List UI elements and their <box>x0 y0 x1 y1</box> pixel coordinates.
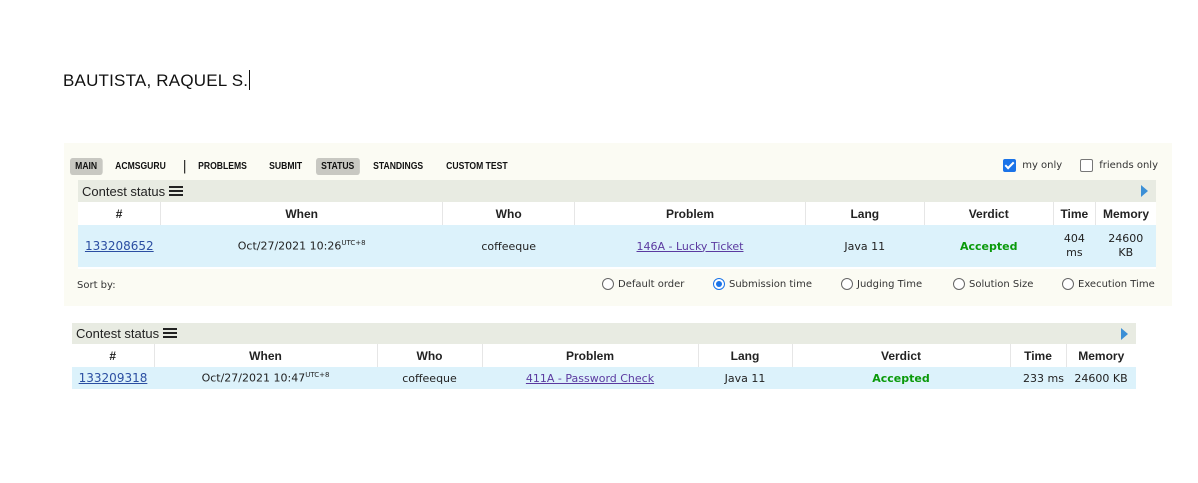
sort-by-label: Sort by: <box>77 280 116 291</box>
sort-judging-time[interactable]: Judging Time <box>841 278 922 290</box>
contest-status-title: Contest status <box>76 326 160 341</box>
nav-main[interactable]: MAIN <box>70 157 103 175</box>
col-memory: Memory <box>1066 344 1136 367</box>
status-table-1: # When Who Problem Lang Verdict Time Mem… <box>78 202 1156 267</box>
col-verdict: Verdict <box>924 202 1054 225</box>
submission-when: Oct/27/2021 10:47UTC+8 <box>154 367 377 389</box>
submission-time: 233 ms <box>1010 367 1066 389</box>
submission-verdict: Accepted <box>792 367 1010 389</box>
expand-arrow-icon[interactable] <box>1121 328 1128 340</box>
col-id: # <box>78 202 162 225</box>
col-time: Time <box>1053 202 1097 225</box>
nav-separator: | <box>182 158 187 174</box>
problem-link[interactable]: 146A - Lucky Ticket <box>637 240 744 253</box>
submission-memory: 24600 KB <box>1095 225 1156 267</box>
table-row: 133209318 Oct/27/2021 10:47UTC+8 coffeeq… <box>72 367 1136 389</box>
submission-verdict: Accepted <box>924 225 1054 267</box>
col-problem: Problem <box>482 344 699 367</box>
contest-status-box-2: Contest status # When Who Problem Lang V… <box>72 323 1136 393</box>
col-id: # <box>72 344 155 367</box>
contest-status-box-1: Contest status # When Who Problem Lang V… <box>78 180 1156 269</box>
sort-solution-size[interactable]: Solution Size <box>953 278 1033 290</box>
friends-only-checkbox[interactable] <box>1080 159 1094 172</box>
sort-default-order[interactable]: Default order <box>602 278 684 290</box>
col-who: Who <box>442 202 576 225</box>
submission-id-link[interactable]: 133209318 <box>79 371 148 385</box>
my-only-label: my only <box>1022 160 1063 171</box>
col-when: When <box>160 202 444 225</box>
submission-memory: 24600 KB <box>1066 367 1136 389</box>
list-icon[interactable] <box>163 328 178 339</box>
col-memory: Memory <box>1095 202 1156 225</box>
nav-standings[interactable]: STANDINGS <box>368 158 428 175</box>
expand-arrow-icon[interactable] <box>1141 185 1148 197</box>
friends-only-label: friends only <box>1099 160 1158 171</box>
nav-problems[interactable]: PROBLEMS <box>193 158 252 175</box>
col-time: Time <box>1010 344 1067 367</box>
col-who: Who <box>377 344 483 367</box>
filter-options: my only friends only <box>1003 159 1158 172</box>
contest-status-header: Contest status <box>72 323 1136 344</box>
col-lang: Lang <box>698 344 793 367</box>
col-problem: Problem <box>574 202 806 225</box>
submission-lang: Java 11 <box>698 367 792 389</box>
table-row: 133208652 Oct/27/2021 10:26UTC+8 coffeeq… <box>78 225 1156 267</box>
sort-submission-time[interactable]: Submission time <box>713 278 812 290</box>
submission-lang: Java 11 <box>805 225 925 267</box>
nav-submit[interactable]: SUBMIT <box>264 158 307 175</box>
contest-status-header: Contest status <box>78 180 1156 202</box>
sort-execution-time[interactable]: Execution Time <box>1062 278 1155 290</box>
document-author-name: BAUTISTA, RAQUEL S. <box>63 70 251 90</box>
problem-link[interactable]: 411A - Password Check <box>526 372 654 385</box>
top-nav: MAIN ACMSGURU | PROBLEMS SUBMIT STATUS S… <box>70 156 526 176</box>
submission-who: coffeeque <box>377 367 482 389</box>
nav-custom-test[interactable]: CUSTOM TEST <box>441 158 513 175</box>
my-only-checkbox[interactable] <box>1003 159 1017 172</box>
submission-id-link[interactable]: 133208652 <box>85 239 154 253</box>
submission-time: 404 ms <box>1053 225 1096 267</box>
submission-who: coffeeque <box>442 225 575 267</box>
nav-status[interactable]: STATUS <box>315 157 360 175</box>
col-when: When <box>154 344 378 367</box>
contest-status-title: Contest status <box>82 183 166 199</box>
submission-when: Oct/27/2021 10:26UTC+8 <box>160 225 443 267</box>
status-panel: MAIN ACMSGURU | PROBLEMS SUBMIT STATUS S… <box>64 143 1172 306</box>
text-cursor <box>249 70 251 90</box>
list-icon[interactable] <box>169 185 184 197</box>
nav-acmsguru[interactable]: ACMSGURU <box>110 158 171 175</box>
status-table-2: # When Who Problem Lang Verdict Time Mem… <box>72 344 1136 389</box>
col-verdict: Verdict <box>792 344 1011 367</box>
col-lang: Lang <box>805 202 925 225</box>
